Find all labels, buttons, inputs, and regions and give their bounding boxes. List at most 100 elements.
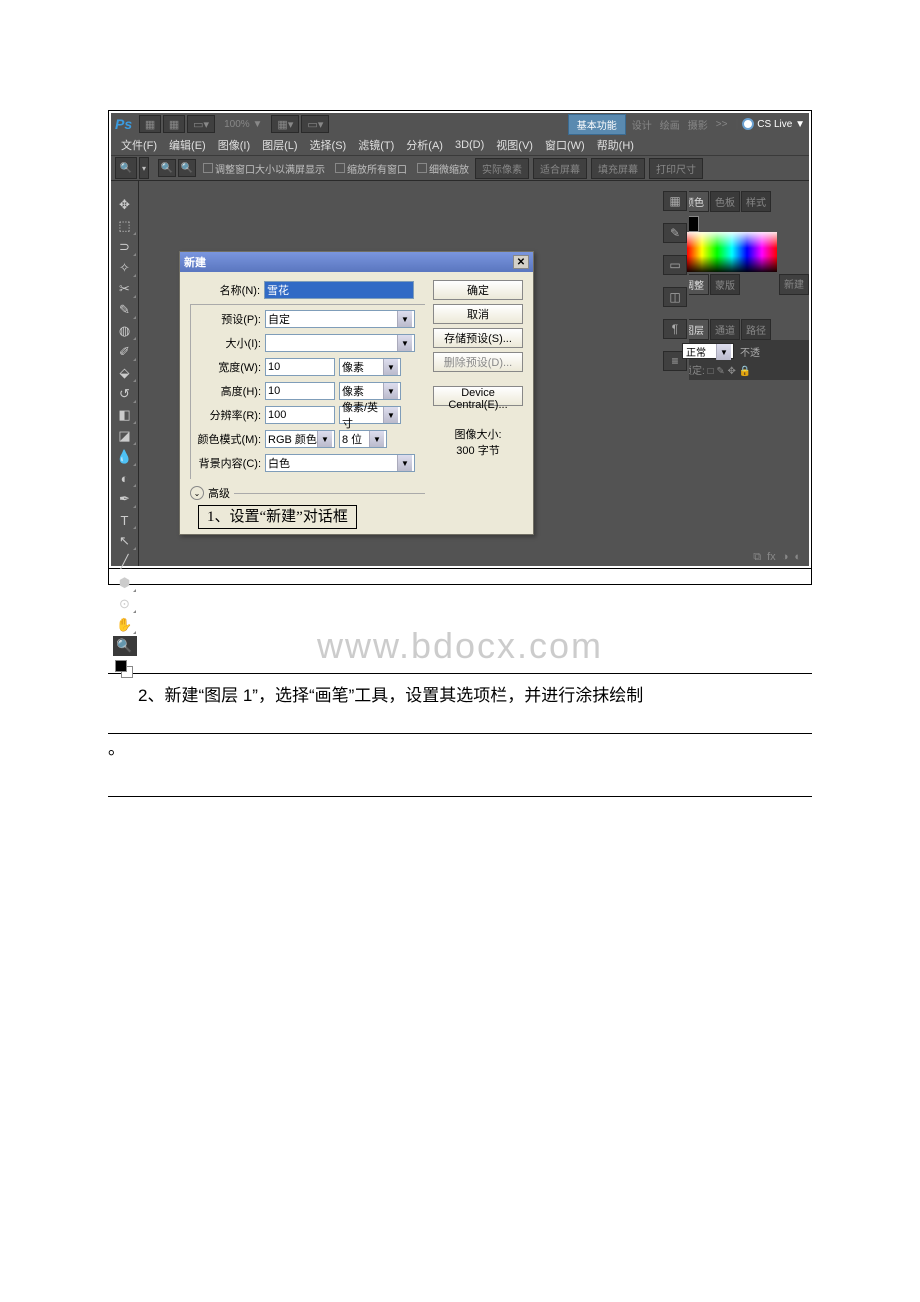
- cslive-button[interactable]: CS Live ▼: [742, 118, 805, 130]
- masks-panel-tab[interactable]: 蒙版: [710, 274, 740, 295]
- workspace-design[interactable]: 设计: [632, 117, 652, 132]
- path-tool-icon[interactable]: ↖: [113, 531, 137, 551]
- width-input[interactable]: [265, 358, 335, 376]
- width-unit-select[interactable]: 像素: [339, 358, 401, 376]
- workspace-essentials[interactable]: 基本功能: [568, 114, 626, 135]
- 3d-camera-tool-icon[interactable]: ⊙: [113, 594, 137, 614]
- menu-window[interactable]: 窗口(W): [539, 135, 591, 155]
- panel-statusbar: ⧉ fx ◑ ◐: [745, 548, 809, 566]
- bridge-icon[interactable]: ▦: [139, 115, 161, 133]
- styles-panel-tab[interactable]: 样式: [741, 191, 771, 212]
- zoom-all-checkbox[interactable]: [335, 163, 345, 173]
- canvas-area: 騰龍視覺WWW.TLVI.NET 新建 ✕ 名称(N): 预设(: [139, 181, 679, 566]
- save-preset-button[interactable]: 存储预设(S)...: [433, 328, 523, 348]
- current-tool-zoom-icon[interactable]: 🔍: [115, 157, 137, 179]
- panel-icon-brush-icon[interactable]: ✎: [663, 223, 687, 243]
- device-central-button[interactable]: Device Central(E)...: [433, 386, 523, 406]
- pen-tool-icon[interactable]: ✒: [113, 489, 137, 509]
- tool-preset-dropdown[interactable]: ▾: [139, 157, 149, 179]
- resolution-unit-select[interactable]: 像素/英寸: [339, 406, 401, 424]
- menu-view[interactable]: 视图(V): [490, 135, 539, 155]
- size-select: [265, 334, 415, 352]
- fill-icon[interactable]: ◐: [794, 551, 801, 563]
- resize-window-checkbox[interactable]: [203, 163, 213, 173]
- menu-image[interactable]: 图像(I): [212, 135, 256, 155]
- paths-panel-tab[interactable]: 路径: [741, 319, 771, 340]
- zoom-out-icon[interactable]: 🔍: [178, 159, 196, 177]
- eyedropper-tool-icon[interactable]: ✎: [113, 300, 137, 320]
- panel-icon-clone-icon[interactable]: ▭: [663, 255, 687, 275]
- 3d-tool-icon[interactable]: ⬢: [113, 573, 137, 593]
- actual-pixels-button[interactable]: 实际像素: [475, 158, 529, 179]
- link-icon[interactable]: ⧉: [753, 551, 761, 564]
- blur-tool-icon[interactable]: 💧: [113, 447, 137, 467]
- workspace-photography[interactable]: 摄影: [688, 117, 708, 132]
- brush-tool-icon[interactable]: ✐: [113, 342, 137, 362]
- fit-screen-button[interactable]: 适合屏幕: [533, 158, 587, 179]
- panel-icon-history-icon[interactable]: ▦: [663, 191, 687, 211]
- zoom-in-icon[interactable]: 🔍: [158, 159, 176, 177]
- menu-help[interactable]: 帮助(H): [591, 135, 640, 155]
- bitdepth-select[interactable]: 8 位: [339, 430, 387, 448]
- marquee-tool-icon[interactable]: ⬚: [113, 216, 137, 236]
- menu-select[interactable]: 选择(S): [304, 135, 353, 155]
- menu-layer[interactable]: 图层(L): [256, 135, 303, 155]
- height-input[interactable]: [265, 382, 335, 400]
- cancel-button[interactable]: 取消: [433, 304, 523, 324]
- dodge-tool-icon[interactable]: ◐: [113, 468, 137, 488]
- ok-button[interactable]: 确定: [433, 280, 523, 300]
- advanced-label[interactable]: 高级: [208, 485, 230, 501]
- screenmode-icon[interactable]: ▭▾: [187, 115, 215, 133]
- stamp-tool-icon[interactable]: ⬙: [113, 363, 137, 383]
- swatches-panel-tab[interactable]: 色板: [710, 191, 740, 212]
- fx-icon[interactable]: fx: [767, 551, 776, 563]
- move-tool-icon[interactable]: ✥: [113, 195, 137, 215]
- dialog-titlebar[interactable]: 新建 ✕: [180, 252, 533, 272]
- hand-tool-icon[interactable]: ✋: [113, 615, 137, 635]
- menu-filter[interactable]: 滤镜(T): [352, 135, 400, 155]
- history-brush-tool-icon[interactable]: ↺: [113, 384, 137, 404]
- panel-icon-swatch-icon[interactable]: ◫: [663, 287, 687, 307]
- workspace-painting[interactable]: 绘画: [660, 117, 680, 132]
- arrange-grid-icon[interactable]: ▦▾: [271, 115, 299, 133]
- fill-screen-button[interactable]: 填充屏幕: [591, 158, 645, 179]
- preset-select[interactable]: 自定: [265, 310, 415, 328]
- workspace-more[interactable]: >>: [716, 119, 728, 130]
- menu-analysis[interactable]: 分析(A): [400, 135, 449, 155]
- blend-mode-select[interactable]: 正常: [682, 343, 734, 359]
- dialog-close-icon[interactable]: ✕: [513, 255, 529, 269]
- line-tool-icon[interactable]: ╱: [113, 552, 137, 572]
- magicwand-tool-icon[interactable]: ✧: [113, 258, 137, 278]
- arrange-doc-icon[interactable]: ▭▾: [301, 115, 329, 133]
- foreground-color-swatch[interactable]: [115, 660, 127, 672]
- color-spectrum[interactable]: [687, 232, 777, 272]
- width-label: 宽度(W):: [191, 359, 261, 375]
- advanced-toggle-icon[interactable]: ⌄: [190, 486, 204, 500]
- colormode-select[interactable]: RGB 颜色: [265, 430, 335, 448]
- channels-panel-tab[interactable]: 通道: [710, 319, 740, 340]
- scrubby-zoom-checkbox[interactable]: [417, 163, 427, 173]
- resolution-input[interactable]: [265, 406, 335, 424]
- new-adjustment-button[interactable]: 新建: [779, 274, 809, 295]
- menu-edit[interactable]: 编辑(E): [163, 135, 212, 155]
- mask-icon[interactable]: ◑: [782, 551, 789, 563]
- zoom-level[interactable]: 100% ▼: [224, 119, 262, 130]
- bgcontent-select[interactable]: 白色: [265, 454, 415, 472]
- height-unit-select[interactable]: 像素: [339, 382, 401, 400]
- minibridge-icon[interactable]: ▦: [163, 115, 185, 133]
- zoom-tool-icon[interactable]: 🔍: [113, 636, 137, 656]
- crop-tool-icon[interactable]: ✂: [113, 279, 137, 299]
- name-input[interactable]: [264, 281, 414, 299]
- type-tool-icon[interactable]: T: [113, 510, 137, 530]
- menu-3d[interactable]: 3D(D): [449, 137, 490, 153]
- lock-row[interactable]: 锁定: □ ✎ ✥ 🔒: [682, 362, 806, 377]
- lasso-tool-icon[interactable]: ⊃: [113, 237, 137, 257]
- menu-file[interactable]: 文件(F): [115, 135, 163, 155]
- healing-tool-icon[interactable]: ◍: [113, 321, 137, 341]
- panel-icon-char-icon[interactable]: ¶: [663, 319, 687, 339]
- gradient-tool-icon[interactable]: ◪: [113, 426, 137, 446]
- print-size-button[interactable]: 打印尺寸: [649, 158, 703, 179]
- eraser-tool-icon[interactable]: ◧: [113, 405, 137, 425]
- ps-logo: Ps: [115, 116, 132, 132]
- color-swatches[interactable]: [111, 660, 138, 680]
